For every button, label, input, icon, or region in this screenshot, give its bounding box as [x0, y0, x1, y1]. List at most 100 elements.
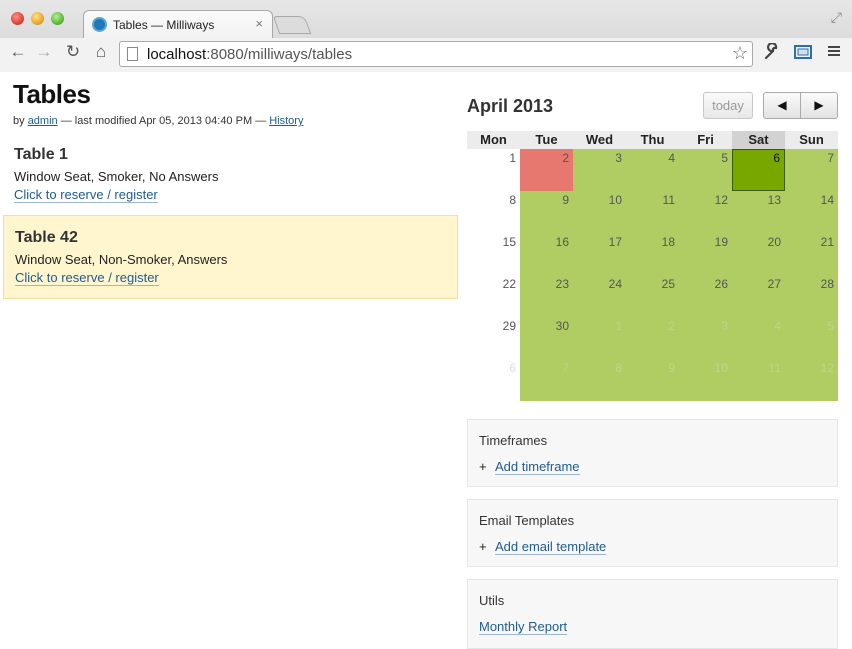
weekday-label: Sat	[732, 131, 785, 149]
calendar-day[interactable]: 2	[626, 317, 679, 359]
calendar-day[interactable]: 8	[573, 359, 626, 401]
calendar-day-today[interactable]: 6	[732, 149, 785, 191]
calendar-day[interactable]: 6	[467, 359, 520, 401]
calendar-day[interactable]: 10	[679, 359, 732, 401]
reserve-link[interactable]: Click to reserve / register	[15, 270, 159, 286]
monthly-report-link[interactable]: Monthly Report	[479, 619, 568, 635]
calendar-day[interactable]: 29	[467, 317, 520, 359]
calendar-title: April 2013	[467, 96, 554, 116]
weekday-label: Sun	[799, 132, 824, 147]
timeframes-panel: Timeframes + Add timeframe	[467, 419, 838, 487]
calendar-day[interactable]: 10	[573, 191, 626, 233]
calendar-day[interactable]: 11	[626, 191, 679, 233]
calendar-days: 1 2 3 4 5 6 7 8 9 10 11 12 13 14 15 16 17 18 19 20 21 22 23 24 2…	[467, 149, 838, 401]
calendar-day[interactable]: 2	[520, 149, 573, 191]
calendar-day[interactable]: 16	[520, 233, 573, 275]
window-minimize-button[interactable]	[31, 12, 44, 25]
calendar-day[interactable]: 21	[785, 233, 838, 275]
panel-title: Email Templates	[479, 513, 575, 528]
calendar-day[interactable]: 24	[573, 275, 626, 317]
calendar-day[interactable]: 13	[732, 191, 785, 233]
calendar-day[interactable]: 19	[679, 233, 732, 275]
table-name: Table 42	[15, 229, 78, 246]
screen-icon[interactable]	[792, 43, 814, 66]
weekday-label: Tue	[535, 132, 558, 147]
calendar-day[interactable]: 3	[573, 149, 626, 191]
calendar-day[interactable]: 20	[732, 233, 785, 275]
browser-chrome: Tables — Milliways × ⤢ ← → ↻ ⌂ localhost…	[0, 0, 852, 72]
browser-toolbar: ← → ↻ ⌂ localhost:8080/milliways/tables …	[0, 38, 852, 72]
calendar-day[interactable]: 28	[785, 275, 838, 317]
weekday-label: Mon	[480, 132, 507, 147]
calendar-day[interactable]: 5	[785, 317, 838, 359]
calendar-day[interactable]: 12	[785, 359, 838, 401]
address-bar[interactable]: localhost:8080/milliways/tables ☆	[119, 41, 753, 67]
email-templates-panel: Email Templates + Add email template	[467, 499, 838, 567]
calendar-day[interactable]: 5	[679, 149, 732, 191]
reload-icon[interactable]: ↻	[62, 42, 84, 62]
table-card-42: Table 42 Window Seat, Non-Smoker, Answer…	[3, 215, 458, 299]
calendar-day[interactable]: 9	[626, 359, 679, 401]
add-timeframe-link[interactable]: Add timeframe	[495, 459, 580, 475]
wrench-icon[interactable]	[761, 42, 783, 66]
utils-panel: Utils Monthly Report	[467, 579, 838, 649]
home-icon[interactable]: ⌂	[90, 42, 112, 62]
calendar-day[interactable]: 3	[679, 317, 732, 359]
calendar-day[interactable]: 18	[626, 233, 679, 275]
add-timeframe-item: + Add timeframe	[479, 459, 580, 475]
calendar-day[interactable]: 4	[732, 317, 785, 359]
url-text: localhost:8080/milliways/tables	[147, 46, 353, 63]
calendar-day[interactable]: 23	[520, 275, 573, 317]
table-card-1: Table 1 Window Seat, Smoker, No Answers …	[3, 145, 458, 207]
calendar-day[interactable]: 7	[785, 149, 838, 191]
new-tab-button[interactable]	[272, 16, 312, 34]
back-arrow-icon[interactable]: ←	[7, 42, 29, 62]
tab-title: Tables — Milliways	[113, 18, 215, 32]
author-link[interactable]: admin	[28, 115, 58, 127]
calendar-day[interactable]: 1	[467, 149, 520, 191]
calendar-grid: Mon Tue Wed Thu Fri Sat Sun 1 2 3 4 5 6 7 8 9 10 11 12 13 1…	[467, 131, 838, 401]
add-email-template-link[interactable]: Add email template	[495, 539, 607, 555]
calendar-day[interactable]: 12	[679, 191, 732, 233]
page-content: Tables by admin — last modified Apr 05, …	[0, 73, 852, 649]
byline: by admin — last modified Apr 05, 2013 04…	[13, 115, 304, 127]
tab-close-icon[interactable]: ×	[255, 16, 263, 31]
calendar-day[interactable]: 8	[467, 191, 520, 233]
window-close-button[interactable]	[11, 12, 24, 25]
calendar-day[interactable]: 14	[785, 191, 838, 233]
plus-icon: +	[479, 539, 487, 554]
calendar-day[interactable]: 26	[679, 275, 732, 317]
forward-arrow-icon[interactable]: →	[33, 42, 55, 62]
calendar-day[interactable]: 15	[467, 233, 520, 275]
calendar-day[interactable]: 1	[573, 317, 626, 359]
menu-icon[interactable]	[823, 43, 845, 64]
table-name: Table 1	[14, 146, 68, 163]
calendar-day[interactable]: 30	[520, 317, 573, 359]
calendar-day[interactable]: 17	[573, 233, 626, 275]
star-icon[interactable]: ☆	[732, 43, 748, 64]
calendar-day[interactable]: 9	[520, 191, 573, 233]
calendar-day[interactable]: 11	[732, 359, 785, 401]
history-link[interactable]: History	[269, 115, 303, 127]
today-button[interactable]: today	[703, 92, 753, 119]
weekday-label: Fri	[697, 132, 714, 147]
page-icon	[127, 47, 138, 61]
calendar-day[interactable]: 22	[467, 275, 520, 317]
calendar-day[interactable]: 7	[520, 359, 573, 401]
panel-title: Timeframes	[479, 433, 548, 448]
prev-month-button[interactable]: ◀	[764, 93, 800, 118]
panel-title: Utils	[479, 593, 505, 608]
reserve-link[interactable]: Click to reserve / register	[14, 187, 158, 203]
next-month-button[interactable]: ▶	[800, 93, 837, 118]
calendar-day[interactable]: 25	[626, 275, 679, 317]
site-favicon-icon	[92, 17, 107, 32]
calendar-day[interactable]: 4	[626, 149, 679, 191]
calendar-day[interactable]: 27	[732, 275, 785, 317]
weekday-label: Wed	[585, 132, 614, 147]
weekday-label: Thu	[640, 132, 665, 147]
browser-tab[interactable]: Tables — Milliways ×	[83, 10, 273, 38]
fullscreen-icon[interactable]: ⤢	[831, 9, 842, 26]
add-email-template-item: + Add email template	[479, 539, 607, 555]
table-description: Window Seat, Non-Smoker, Answers	[15, 252, 228, 267]
window-maximize-button[interactable]	[51, 12, 64, 25]
